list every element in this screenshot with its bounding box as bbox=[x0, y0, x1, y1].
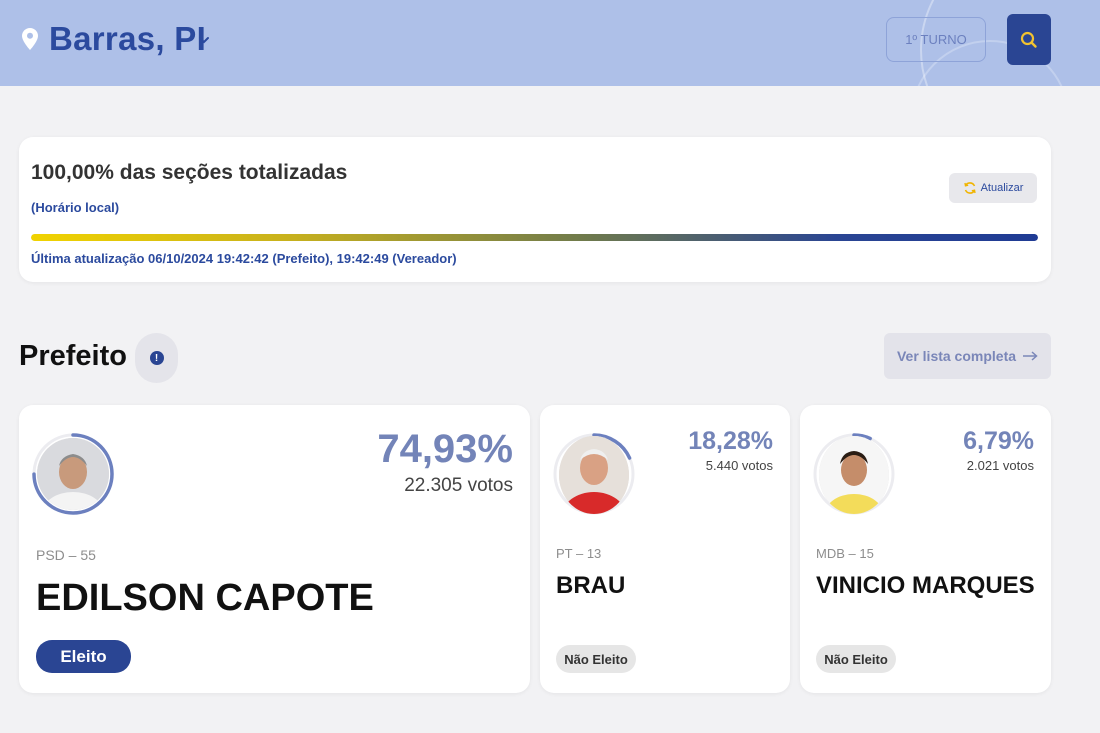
candidate-name: VINICIO MARQUES bbox=[816, 572, 1035, 599]
candidate-photo bbox=[37, 438, 109, 510]
candidate-photo bbox=[559, 436, 629, 514]
round-button[interactable]: 1º TURNO bbox=[886, 17, 986, 62]
view-full-list-label: Ver lista completa bbox=[896, 348, 1017, 364]
info-icon: ! bbox=[149, 351, 164, 365]
totalization-progress-bar bbox=[31, 234, 1038, 241]
vote-percentage: 74,93% bbox=[377, 427, 513, 471]
location-pin-icon bbox=[22, 28, 38, 50]
vote-count: 5.440 votos bbox=[705, 458, 773, 473]
vote-count: 22.305 votos bbox=[404, 475, 513, 496]
city-selector[interactable]: Barras, PI bbox=[49, 20, 206, 58]
last-update-text: Última atualização 06/10/2024 19:42:42 (… bbox=[31, 251, 457, 266]
refresh-icon bbox=[963, 182, 976, 194]
party-number: MDB – 15 bbox=[816, 546, 874, 561]
chevron-down-icon[interactable] bbox=[197, 34, 211, 46]
candidate-card[interactable]: 18,28% 5.440 votos PT – 13 BRAU Não Elei… bbox=[540, 405, 790, 693]
progress-fill bbox=[31, 234, 1038, 241]
candidate-name: EDILSON CAPOTE bbox=[36, 577, 374, 619]
vote-count: 2.021 votos bbox=[966, 458, 1034, 473]
status-badge: Eleito bbox=[36, 640, 131, 673]
status-badge: Não Eleito bbox=[556, 645, 636, 673]
candidate-name: BRAU bbox=[556, 572, 626, 599]
vote-percentage: 18,28% bbox=[688, 427, 773, 455]
candidate-card[interactable]: 74,93% 22.305 votos PSD – 55 EDILSON CAP… bbox=[19, 405, 530, 693]
party-number: PT – 13 bbox=[556, 546, 602, 561]
vote-percentage: 6,79% bbox=[963, 427, 1034, 455]
refresh-button[interactable]: Atualizar bbox=[949, 173, 1037, 203]
local-time-label: (Horário local) bbox=[31, 200, 120, 215]
view-full-list-button[interactable]: Ver lista completa bbox=[884, 333, 1051, 379]
top-header: Barras, PI 1º TURNO bbox=[0, 0, 1100, 86]
candidate-card[interactable]: 6,79% 2.021 votos MDB – 15 VINICIO MARQU… bbox=[800, 405, 1051, 693]
arrow-right-icon bbox=[1023, 351, 1038, 361]
search-icon bbox=[1020, 31, 1037, 48]
search-button[interactable] bbox=[1007, 14, 1051, 65]
party-number: PSD – 55 bbox=[36, 547, 96, 563]
refresh-label: Atualizar bbox=[980, 182, 1024, 194]
candidate-photo bbox=[819, 436, 889, 514]
totalization-title: 100,00% das seções totalizadas bbox=[31, 161, 348, 184]
info-button[interactable]: ! bbox=[135, 333, 178, 383]
section-title: Prefeito bbox=[19, 340, 127, 372]
status-badge: Não Eleito bbox=[816, 645, 896, 673]
totalization-status-card: 100,00% das seções totalizadas (Horário … bbox=[19, 137, 1051, 282]
